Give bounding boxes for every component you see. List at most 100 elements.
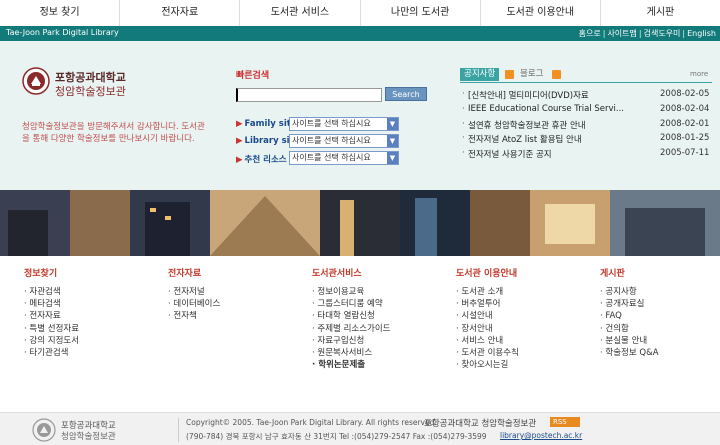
- campus-photo-banner: [0, 190, 720, 256]
- sitemap-link[interactable]: · 건의함: [600, 323, 720, 335]
- library-site-select[interactable]: 사이트를 선택 하십시요 ▼: [289, 134, 399, 148]
- sitemap-link-text: 공개자료실: [605, 299, 645, 310]
- sitemap-link[interactable]: · 주제별 리소스가이드: [312, 323, 442, 335]
- address-text: (790-784) 경북 포항시 남구 효자동 산 31번지 Tel :(054…: [186, 432, 487, 441]
- rss-icon[interactable]: [552, 70, 561, 79]
- sitemap-link[interactable]: · 학술정보 Q&A: [600, 347, 720, 359]
- sitemap-link[interactable]: · 타기관검색: [24, 347, 154, 359]
- sitemap-link[interactable]: · 자료구입신청: [312, 335, 442, 347]
- divider: [178, 418, 179, 442]
- sitemap-link[interactable]: · 전자자료: [24, 310, 154, 322]
- sitemap-link-text: 서비스 안내: [461, 335, 504, 346]
- sitemap-link-text: 그룹스터디룸 예약: [317, 299, 383, 310]
- bullet-icon: ·: [462, 119, 465, 129]
- sitemap-link[interactable]: · 공개자료실: [600, 298, 720, 310]
- sitemap-link-text: 특별 선정자료: [29, 323, 80, 334]
- sitemap-link-text: 데이터베이스: [173, 299, 221, 310]
- library-logo[interactable]: 포항공과대학교 청암학술정보관: [22, 65, 137, 99]
- sitemap-link[interactable]: · 정보이용교육: [312, 286, 442, 298]
- nav-library-services[interactable]: 도서관 서비스: [240, 0, 361, 26]
- sitemap-link[interactable]: · 자관검색: [24, 286, 154, 298]
- home-link[interactable]: 홈으로: [579, 29, 601, 38]
- sitemap-link-text: 주제별 리소스가이드: [317, 323, 391, 334]
- main-panel: 포항공과대학교 청암학술정보관 청암학술정보관을 방문해주셔서 감사합니다. 도…: [0, 41, 720, 190]
- news-item[interactable]: · 전자저널 사용기준 공지 2005-07-11: [462, 148, 712, 160]
- sitemap-heading[interactable]: 정보찾기: [24, 266, 154, 279]
- news-item[interactable]: · IEEE Educational Course Trial Servi... 2…: [462, 104, 712, 116]
- sitemap-link[interactable]: · 특별 선정자료: [24, 323, 154, 335]
- sitemap-link-text: 정보이용교육: [317, 287, 365, 297]
- news-title[interactable]: 설연휴 청암학술정보관 휴관 안내: [468, 119, 630, 131]
- search-button[interactable]: Search: [385, 87, 427, 101]
- email-link[interactable]: library@postech.ac.kr: [500, 431, 582, 440]
- sitemap-link[interactable]: · 타대학 열람신청: [312, 310, 442, 322]
- more-link[interactable]: more: [690, 70, 708, 78]
- family-site-label: ▶ Family site: [236, 119, 297, 129]
- chevron-down-icon: ▼: [387, 135, 398, 147]
- news-title[interactable]: [신착안내] 멀티미디어(DVD)자료: [468, 89, 630, 101]
- tab-notices[interactable]: 공지사항: [460, 68, 500, 81]
- news-item[interactable]: · [신착안내] 멀티미디어(DVD)자료 2008-02-05: [462, 89, 712, 101]
- sitemap-heading[interactable]: 도서관서비스: [312, 266, 442, 279]
- nav-e-resources[interactable]: 전자자료: [120, 0, 241, 26]
- nav-info-search[interactable]: 정보 찾기: [0, 0, 121, 26]
- sitemap-heading[interactable]: 전자자료: [168, 266, 298, 279]
- sitemap-link[interactable]: · 찾아오시는길: [456, 359, 586, 371]
- news-date: 2008-01-25: [660, 133, 710, 143]
- rss-icon[interactable]: [505, 70, 514, 79]
- news-title[interactable]: 전자저널 AtoZ list 활용팁 안내: [468, 133, 630, 145]
- sitemap-link[interactable]: · 버추얼투어: [456, 298, 586, 310]
- sitemap-link[interactable]: · 도서관 소개: [456, 286, 586, 298]
- sitemap-link[interactable]: · 분실물 안내: [600, 335, 720, 347]
- sitemap-link[interactable]: · 원문복사서비스: [312, 347, 442, 359]
- sitemap-link-text: 도서관 소개: [461, 287, 504, 297]
- sitemap-heading[interactable]: 도서관 이용안내: [456, 266, 586, 279]
- sitemap-link[interactable]: · 메타검색: [24, 298, 154, 310]
- sitemap-link[interactable]: · 데이터베이스: [168, 298, 298, 310]
- sitemap-link[interactable]: · 서비스 안내: [456, 335, 586, 347]
- footer-logo: 포항공과대학교 청암학술정보관: [32, 417, 162, 443]
- arrow-icon: ▶: [236, 136, 243, 146]
- sitemap-link[interactable]: · 공지사항: [600, 286, 720, 298]
- arrow-icon: ▶: [236, 119, 243, 129]
- news-item[interactable]: · 설연휴 청암학술정보관 휴관 안내 2008-02-01: [462, 119, 712, 131]
- sitemap-link[interactable]: · 그룹스터디룸 예약: [312, 298, 442, 310]
- nav-library-guide[interactable]: 도서관 이용안내: [481, 0, 601, 26]
- quick-search-input[interactable]: [236, 88, 382, 102]
- sitemap-link[interactable]: · 도서관 이용수칙: [456, 347, 586, 359]
- sitemap-link[interactable]: · FAQ: [600, 310, 720, 322]
- sitemap-link[interactable]: · 학위논문제출: [312, 359, 442, 371]
- separator: |: [682, 29, 686, 38]
- sitemap-link[interactable]: · 전자저널: [168, 286, 298, 298]
- sitemap-link-text: 학술정보 Q&A: [605, 348, 659, 359]
- tab-blog[interactable]: 블로그: [520, 68, 543, 81]
- news-date: 2008-02-01: [660, 119, 710, 129]
- sitemap-link-text: 학위논문제출: [318, 360, 366, 371]
- english-link[interactable]: English: [687, 29, 716, 38]
- recommended-resource-select[interactable]: 사이트를 선택 하십시요 ▼: [289, 151, 399, 165]
- sitemap-link-text: 타대학 열람신청: [317, 311, 375, 322]
- sitemap-heading[interactable]: 게시판: [600, 266, 720, 279]
- sitemap-link-text: 공지사항: [605, 287, 637, 297]
- news-item[interactable]: · 전자저널 AtoZ list 활용팁 안내 2008-01-25: [462, 133, 712, 145]
- sitemap-link-text: FAQ: [605, 311, 622, 322]
- footer-organization: 포항공과대학교 청암학술정보관: [424, 419, 537, 429]
- sitemap-link[interactable]: · 장서안내: [456, 323, 586, 335]
- family-site-select[interactable]: 사이트를 선택 하십시요 ▼: [289, 117, 399, 131]
- bullet-icon: ·: [462, 104, 465, 114]
- nav-my-library[interactable]: 나만의 도서관: [361, 0, 481, 26]
- sitemap-link-text: 버추얼투어: [461, 299, 501, 310]
- sitemap-link-text: 원문복사서비스: [317, 348, 373, 359]
- sitemap-link-text: 장서안내: [461, 323, 493, 334]
- sitemap-link[interactable]: · 시설안내: [456, 310, 586, 322]
- sitemap-link[interactable]: · 강의 지정도서: [24, 335, 154, 347]
- news-title[interactable]: 전자저널 사용기준 공지: [468, 148, 630, 160]
- search-help-link[interactable]: 검색도우미: [644, 29, 681, 38]
- sitemap-link[interactable]: 사이트맵: [607, 29, 636, 38]
- sitemap-link-text: 시설안내: [461, 311, 493, 322]
- sitemap-link[interactable]: · 전자책: [168, 310, 298, 322]
- news-title[interactable]: IEEE Educational Course Trial Servi...: [468, 104, 630, 114]
- nav-board[interactable]: 게시판: [601, 0, 720, 26]
- sitemap-column-library-services: 도서관서비스 · 정보이용교육 · 그룹스터디룸 예약 · 타대학 열람신청 ·…: [312, 266, 442, 371]
- rss-button[interactable]: RSS: [550, 417, 580, 427]
